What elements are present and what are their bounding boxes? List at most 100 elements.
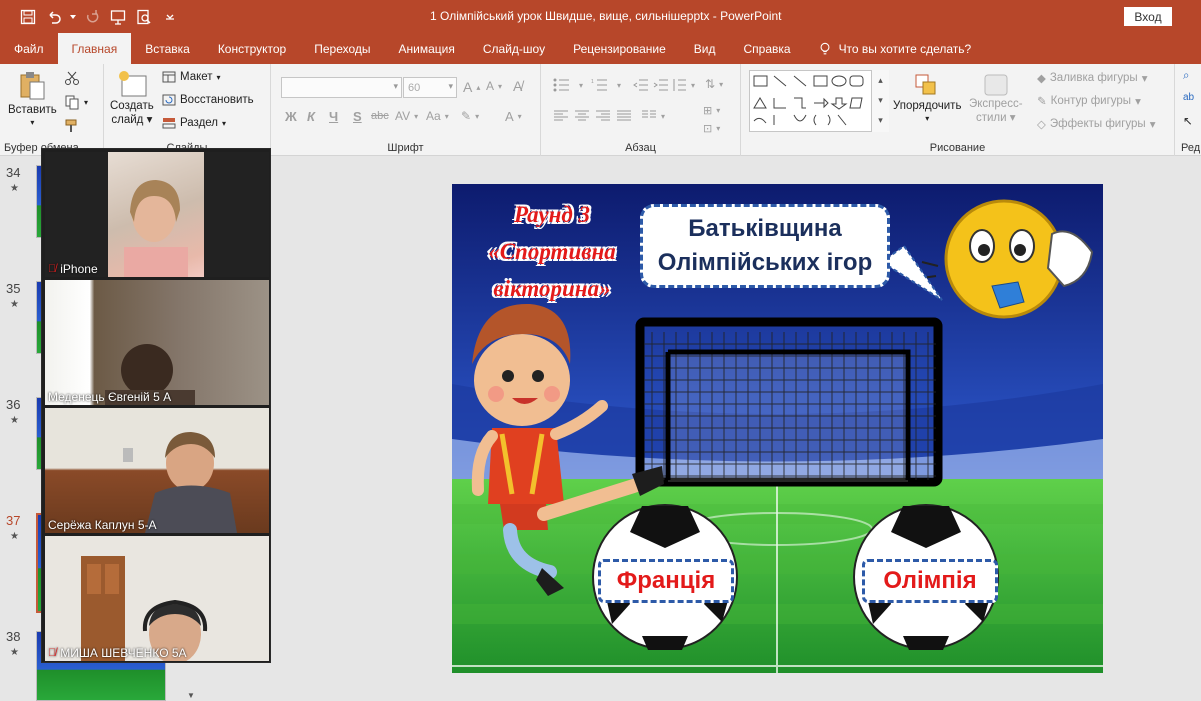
present-from-start-icon[interactable] bbox=[106, 5, 130, 29]
participant-video-2[interactable]: Меденець Євгеній 5 А bbox=[45, 280, 269, 405]
round-line-2: «Спортивна bbox=[488, 239, 616, 264]
customize-qat-icon[interactable] bbox=[158, 5, 182, 29]
layout-button[interactable]: Макет ▾ bbox=[162, 71, 221, 83]
redo-icon[interactable] bbox=[80, 5, 104, 29]
animation-star-icon: ★ bbox=[10, 183, 19, 194]
grow-font-icon[interactable]: A ▴ bbox=[463, 79, 480, 95]
slide-number-37: 37 bbox=[6, 513, 21, 528]
tab-design[interactable]: Конструктор bbox=[204, 33, 300, 64]
font-color-button[interactable]: A ▾ bbox=[505, 109, 522, 124]
undo-icon[interactable] bbox=[42, 5, 66, 29]
select-icon[interactable]: ↖ bbox=[1183, 114, 1193, 128]
thumbnails-scroll-down-icon[interactable]: ▼ bbox=[184, 689, 198, 701]
italic-button[interactable]: К bbox=[307, 109, 315, 124]
bullets-icon[interactable]: ▾ bbox=[553, 78, 583, 92]
strikethrough-button[interactable]: abc bbox=[371, 110, 389, 122]
numbering-icon[interactable]: 1 ▾ bbox=[591, 78, 621, 92]
save-icon[interactable] bbox=[16, 5, 40, 29]
tab-transitions[interactable]: Переходы bbox=[300, 33, 384, 64]
text-direction-icon[interactable]: ⇅ ▾ bbox=[705, 77, 723, 91]
participant-video-3[interactable]: Серёжа Каплун 5-А bbox=[45, 408, 269, 533]
lightbulb-icon bbox=[820, 42, 830, 54]
line-spacing-icon[interactable]: ▾ bbox=[671, 78, 695, 92]
print-preview-icon[interactable] bbox=[132, 5, 156, 29]
tab-view[interactable]: Вид bbox=[680, 33, 730, 64]
video-call-overlay[interactable]: 🎙̸ iPhone Меденець Євгеній 5 А Серёжа Кап… bbox=[41, 148, 271, 663]
animation-star-icon: ★ bbox=[10, 299, 19, 310]
title-bar: 1 Олімпійський урок Швидше, вище, сильні… bbox=[0, 0, 1201, 33]
replace-icon[interactable]: ab bbox=[1183, 92, 1194, 103]
arrange-button[interactable]: Упорядочить ▾ bbox=[893, 72, 961, 123]
font-label: Шрифт bbox=[387, 142, 424, 154]
slide-canvas[interactable]: Раунд 3 «Спортивна вікторина» Батьківщин… bbox=[452, 184, 1103, 673]
align-right-icon[interactable] bbox=[595, 110, 611, 122]
sign-in-button[interactable]: Вход bbox=[1124, 7, 1172, 26]
copy-icon[interactable]: ▾ bbox=[64, 94, 88, 110]
participant-video-4[interactable]: 🎙̸ МИША ШЕВЧЕНКО 5А bbox=[45, 536, 269, 661]
shapes-icon bbox=[753, 75, 864, 126]
quick-styles-button[interactable]: Экспресс- стили ▾ bbox=[969, 72, 1023, 124]
reset-button[interactable]: Восстановить bbox=[162, 94, 254, 106]
question-bubble[interactable]: Батьківщина Олімпійських ігор bbox=[640, 204, 890, 288]
find-icon[interactable]: ⌕ bbox=[1183, 70, 1189, 83]
participant-name-label: Серёжа Каплун 5-А bbox=[48, 518, 157, 532]
shapes-scroll[interactable]: ▴ ▾ ▾ bbox=[871, 70, 889, 132]
format-painter-icon[interactable] bbox=[64, 118, 80, 134]
slide-number-35: 35 bbox=[6, 281, 21, 296]
paste-button[interactable]: Вставить ▾ bbox=[8, 70, 57, 127]
justify-icon[interactable] bbox=[616, 110, 632, 122]
align-text-icon[interactable]: ⊞ ▾ bbox=[703, 104, 720, 117]
person-icon bbox=[124, 180, 188, 277]
tab-home[interactable]: Главная bbox=[57, 33, 132, 64]
shadow-button[interactable]: S bbox=[353, 109, 362, 124]
new-slide-button[interactable]: Создать слайд ▾ bbox=[110, 70, 154, 126]
slide-number-38: 38 bbox=[6, 629, 21, 644]
paragraph-group: ▾ 1 ▾ ▾ ⇅ ▾ ▾ ⊞ ▾ ⊡ ▾ Абзац bbox=[541, 64, 741, 156]
quick-styles-icon bbox=[984, 74, 1008, 96]
shapes-gallery[interactable] bbox=[749, 70, 889, 132]
align-left-icon[interactable] bbox=[553, 110, 569, 122]
tab-help[interactable]: Справка bbox=[729, 33, 804, 64]
drawing-group: ▴ ▾ ▾ Упорядочить ▾ Экспресс- стили ▾ ◆ Зал… bbox=[741, 64, 1175, 156]
change-case-button[interactable]: Aa ▾ bbox=[426, 109, 449, 123]
bold-button[interactable]: Ж bbox=[285, 109, 297, 124]
shape-outline-button[interactable]: ✎ Контур фигуры ▾ bbox=[1037, 94, 1141, 108]
participant-name-label: 🎙̸ iPhone bbox=[48, 262, 98, 276]
increase-indent-icon[interactable] bbox=[653, 78, 669, 92]
svg-text:1: 1 bbox=[591, 79, 594, 85]
quick-access-toolbar bbox=[0, 0, 182, 33]
char-spacing-button[interactable]: AV ▾ bbox=[395, 109, 418, 123]
tell-me-box[interactable]: Что вы хотите сделать? bbox=[805, 33, 986, 64]
slides-group: Создать слайд ▾ Макет ▾ Восстановить Разд… bbox=[104, 64, 271, 156]
align-center-icon[interactable] bbox=[574, 110, 590, 122]
font-size-combo[interactable]: 60 ▾ bbox=[403, 77, 457, 98]
section-button[interactable]: Раздел ▾ bbox=[162, 117, 226, 129]
tab-animations[interactable]: Анимация bbox=[385, 33, 469, 64]
ribbon-tabs: Файл Главная Вставка Конструктор Переход… bbox=[0, 33, 1201, 64]
decrease-indent-icon[interactable] bbox=[633, 78, 649, 92]
participant-name-label: 🎙̸ МИША ШЕВЧЕНКО 5А bbox=[48, 646, 187, 660]
clear-formatting-icon[interactable]: A̸ bbox=[513, 78, 522, 94]
answer-left[interactable]: Франція bbox=[598, 559, 734, 603]
smartart-icon[interactable]: ⊡ ▾ bbox=[703, 122, 720, 135]
shrink-font-icon[interactable]: A ▾ bbox=[486, 79, 502, 93]
undo-dropdown-icon[interactable] bbox=[68, 5, 78, 29]
answer-right[interactable]: Олімпія bbox=[862, 559, 998, 603]
highlight-icon[interactable]: ✎ ▾ bbox=[461, 109, 479, 123]
drawing-label: Рисование bbox=[929, 142, 986, 154]
tab-slideshow[interactable]: Слайд-шоу bbox=[469, 33, 559, 64]
participant-video-1[interactable]: 🎙̸ iPhone bbox=[45, 152, 269, 277]
tab-file[interactable]: Файл bbox=[0, 33, 58, 64]
underline-button[interactable]: Ч bbox=[329, 109, 338, 124]
slide-number-36: 36 bbox=[6, 397, 21, 412]
font-name-combo[interactable]: ▾ bbox=[281, 77, 402, 98]
tab-review[interactable]: Рецензирование bbox=[559, 33, 680, 64]
shape-fill-button[interactable]: ◆ Заливка фигуры ▾ bbox=[1037, 71, 1147, 85]
round-title: Раунд 3 «Спортивна вікторина» bbox=[472, 196, 632, 307]
columns-icon[interactable]: ▾ bbox=[641, 110, 665, 122]
shape-effects-button[interactable]: ◇ Эффекты фигуры ▾ bbox=[1037, 117, 1155, 131]
window-title: 1 Олімпійський урок Швидше, вище, сильні… bbox=[430, 9, 782, 23]
tab-insert[interactable]: Вставка bbox=[131, 33, 204, 64]
animation-star-icon: ★ bbox=[10, 647, 19, 658]
cut-icon[interactable] bbox=[64, 70, 80, 86]
